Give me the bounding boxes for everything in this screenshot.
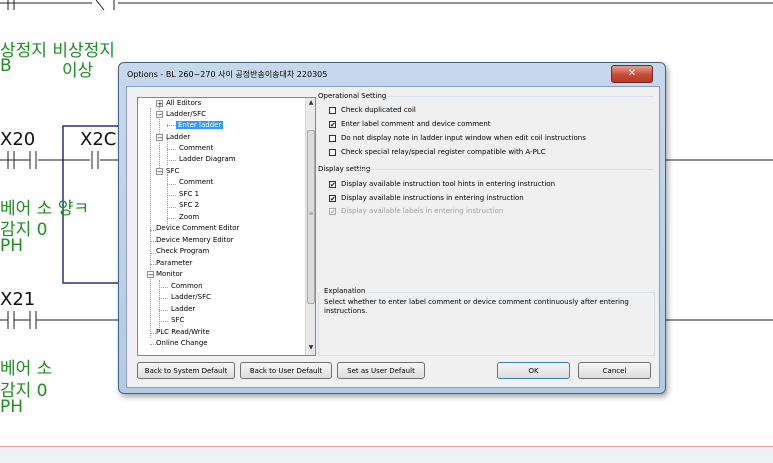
tree-item-sfc-2[interactable]: SFC 2 bbox=[179, 201, 199, 209]
back-to-user-default-button[interactable]: Back to User Default bbox=[240, 362, 332, 379]
available-instructions-label[interactable]: Display available instructions in enteri… bbox=[341, 194, 524, 202]
tree-item-monitor-sfc[interactable]: SFC bbox=[171, 316, 184, 324]
check-duplicated-coil-checkbox[interactable] bbox=[329, 107, 336, 114]
enter-label-comment-label[interactable]: Enter label comment and device comment bbox=[341, 120, 491, 128]
tree-item-ladder[interactable]: Ladder bbox=[166, 133, 190, 141]
ladder-label-top-1: 상정지 비상정지 bbox=[0, 41, 115, 61]
check-icon: ✔ bbox=[330, 121, 336, 129]
available-labels-checkbox: ✔ bbox=[329, 208, 336, 216]
dialog-title: Options - BL 260~270 사이 공정반송이송대차 220305 bbox=[127, 70, 328, 79]
check-icon: ✔ bbox=[330, 195, 336, 203]
check-special-relay-checkbox[interactable] bbox=[329, 149, 336, 156]
contact-x2c-label: X2C bbox=[80, 129, 117, 150]
back-to-system-default-button[interactable]: Back to System Default bbox=[137, 362, 235, 379]
check-icon: ✔ bbox=[330, 181, 336, 189]
scroll-up-icon[interactable]: ▲ bbox=[306, 99, 315, 106]
contact-x20-label: X20 bbox=[0, 129, 36, 150]
check-duplicated-coil-label[interactable]: Check duplicated coil bbox=[341, 106, 416, 114]
tree-item-zoom[interactable]: Zoom bbox=[179, 213, 199, 221]
tree-item-all-editors[interactable]: All Editors bbox=[166, 99, 201, 107]
dialog-client-area: + − − − − All Editors Ladder/SFC Enter l… bbox=[126, 86, 660, 388]
tree-scrollbar[interactable]: ▲ ≡ ▼ bbox=[305, 98, 315, 355]
tree-item-sfc[interactable]: SFC bbox=[166, 167, 179, 175]
tree-item-sfc-1[interactable]: SFC 1 bbox=[179, 190, 199, 198]
enter-label-comment-checkbox[interactable]: ✔ bbox=[329, 121, 336, 129]
available-labels-label: Display available labels in entering ins… bbox=[341, 207, 504, 215]
check-special-relay-label[interactable]: Check special relay/special register com… bbox=[341, 148, 546, 156]
tree-item-device-memory-editor[interactable]: Device Memory Editor bbox=[156, 236, 234, 244]
close-button[interactable]: ✕ bbox=[611, 65, 653, 83]
tool-hints-label[interactable]: Display available instruction tool hints… bbox=[341, 180, 555, 188]
tree-item-ladder-sfc[interactable]: Ladder/SFC bbox=[166, 110, 206, 118]
tree-item-parameter[interactable]: Parameter bbox=[156, 259, 192, 267]
tree-item-monitor-ladder[interactable]: Ladder bbox=[171, 305, 195, 313]
tree-expander-monitor[interactable]: − bbox=[147, 271, 154, 279]
ok-button[interactable]: OK bbox=[497, 362, 570, 379]
tree-item-check-program[interactable]: Check Program bbox=[156, 247, 209, 255]
tree-item-sfc-comment[interactable]: Comment bbox=[179, 178, 213, 186]
tree-item-device-comment-editor[interactable]: Device Comment Editor bbox=[156, 224, 239, 232]
display-setting-rule bbox=[357, 169, 653, 170]
contact-x21-label: X21 bbox=[0, 289, 36, 310]
tree-item-monitor-common[interactable]: Common bbox=[171, 282, 203, 290]
close-icon: ✕ bbox=[627, 68, 637, 79]
explanation-label: Explanation bbox=[322, 287, 368, 295]
comment-1-line-3: PH bbox=[0, 236, 24, 256]
tree-item-online-change[interactable]: Online Change bbox=[156, 339, 208, 347]
explanation-text: Select whether to enter label comment or… bbox=[324, 298, 629, 315]
no-display-note-label[interactable]: Do not display note in ladder input wind… bbox=[341, 134, 586, 142]
options-dialog: Options - BL 260~270 사이 공정반송이송대차 220305 … bbox=[118, 62, 666, 394]
tree-expander-sfc[interactable]: − bbox=[156, 168, 163, 176]
tree-item-monitor[interactable]: Monitor bbox=[156, 270, 183, 278]
scroll-down-icon[interactable]: ▼ bbox=[306, 344, 315, 351]
cancel-button[interactable]: Cancel bbox=[578, 362, 651, 379]
available-instructions-checkbox[interactable]: ✔ bbox=[329, 195, 336, 203]
tool-hints-checkbox[interactable]: ✔ bbox=[329, 181, 336, 189]
dialog-titlebar[interactable]: Options - BL 260~270 사이 공정반송이송대차 220305 … bbox=[119, 63, 665, 85]
options-tree[interactable]: + − − − − All Editors Ladder/SFC Enter l… bbox=[137, 97, 316, 356]
status-bar bbox=[0, 446, 773, 463]
tree-item-plc-read-write[interactable]: PLC Read/Write bbox=[156, 328, 210, 336]
tree-expander-ladder-sfc[interactable]: − bbox=[156, 111, 163, 119]
tree-expander-ladder[interactable]: − bbox=[156, 134, 163, 142]
tree-item-ladder-comment[interactable]: Comment bbox=[179, 144, 213, 152]
tree-expander-all-editors[interactable]: + bbox=[156, 100, 163, 108]
no-display-note-checkbox[interactable] bbox=[329, 135, 336, 142]
check-icon: ✔ bbox=[330, 208, 336, 216]
comment-2-line-3: PH bbox=[0, 397, 24, 417]
ladder-label-top-2a: B bbox=[0, 56, 12, 76]
scroll-thumb[interactable] bbox=[307, 130, 315, 304]
set-as-user-default-button[interactable]: Set as User Default bbox=[337, 362, 425, 379]
tree-item-ladder-diagram[interactable]: Ladder Diagram bbox=[179, 155, 236, 163]
operational-setting-label: Operational Setting bbox=[316, 92, 389, 100]
scroll-grip-icon: ≡ bbox=[308, 210, 314, 217]
tree-item-monitor-ladder-sfc[interactable]: Ladder/SFC bbox=[171, 293, 211, 301]
ladder-label-top-2b: 이상 bbox=[62, 61, 94, 81]
tree-item-enter-ladder[interactable]: Enter ladder bbox=[176, 121, 224, 129]
